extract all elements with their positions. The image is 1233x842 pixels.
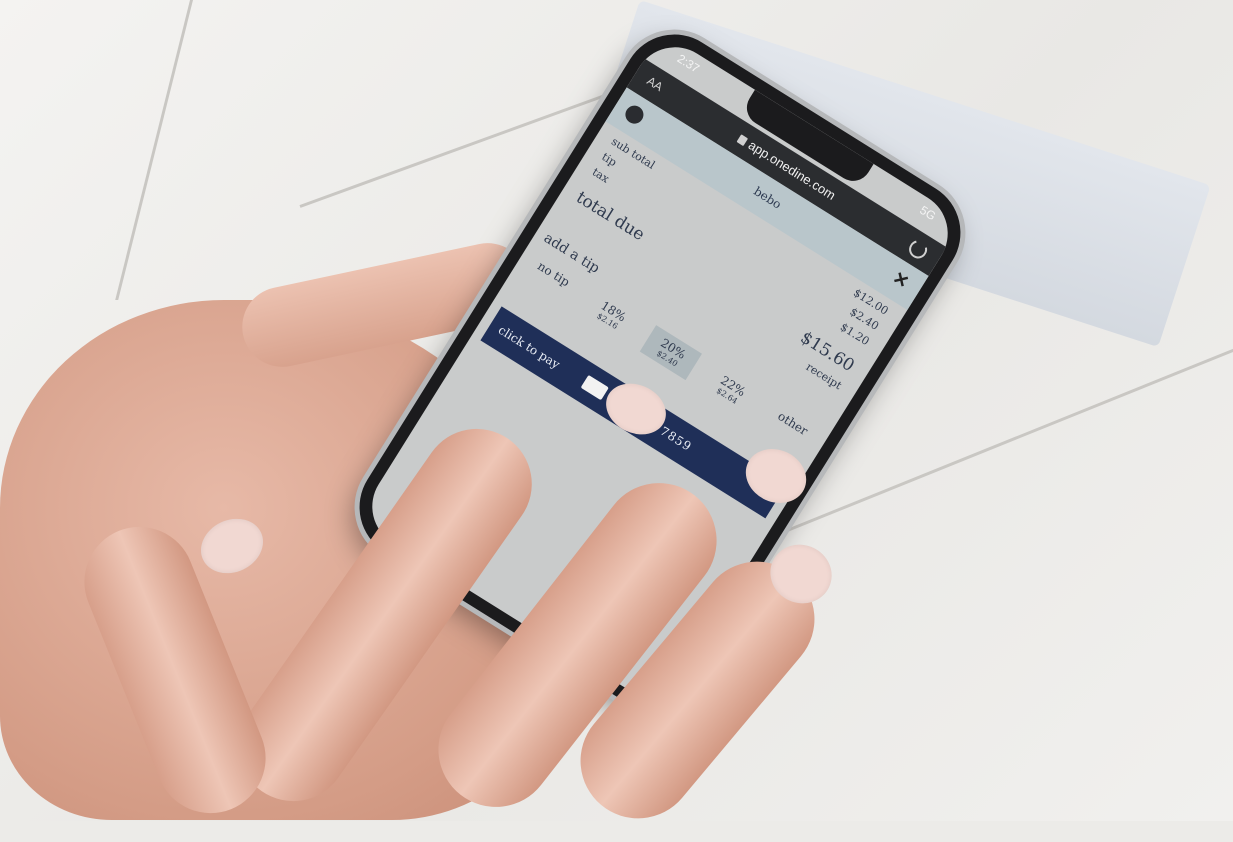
pay-label: click to pay [495,322,563,372]
visa-icon [580,374,609,401]
network-indicator: 5G [917,202,939,224]
lock-icon [736,134,749,147]
status-time: 2:37 [674,51,703,76]
table-seam [115,0,193,300]
tip-option-label: other [775,408,811,439]
tip-option-label: no tip [535,258,573,290]
